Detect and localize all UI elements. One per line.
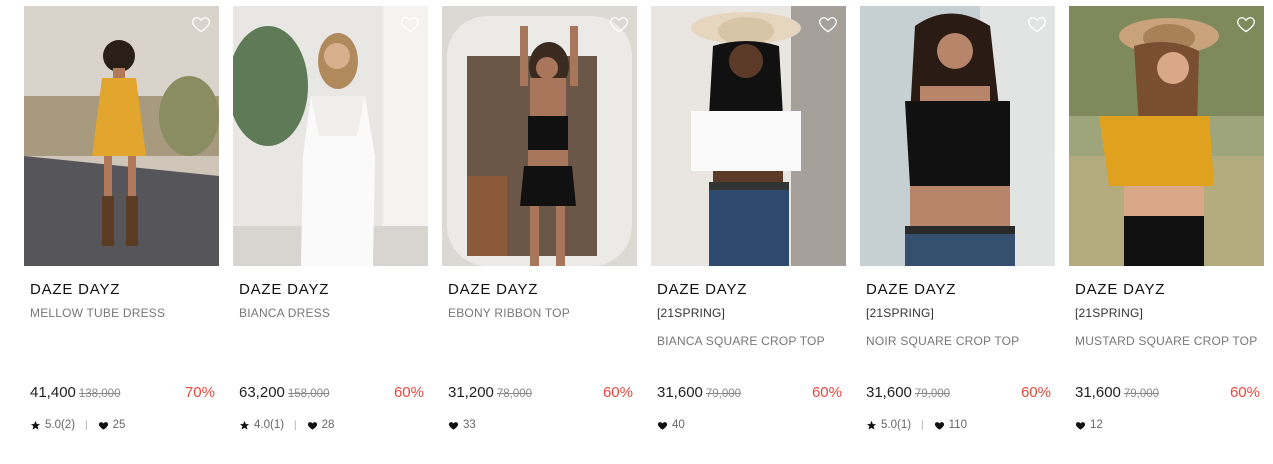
original-price: 79,000 xyxy=(1123,388,1160,400)
rating-value: 5.0(1) xyxy=(881,419,912,431)
wishlist-heart-icon[interactable] xyxy=(400,14,420,34)
sale-price: 31,600 xyxy=(1075,384,1121,401)
wishlist-heart-icon[interactable] xyxy=(191,14,211,34)
product-image[interactable] xyxy=(860,6,1055,266)
sale-price: 31,600 xyxy=(866,384,912,401)
meta-divider: | xyxy=(921,419,924,431)
product-meta: 5.0(2) | 25 xyxy=(30,419,125,431)
product-brand[interactable]: DAZE DAYZ xyxy=(866,281,956,298)
sale-price: 31,600 xyxy=(657,384,703,401)
likes-count: 12 xyxy=(1090,419,1103,431)
likes-count: 40 xyxy=(672,419,685,431)
product-tag: [21SPRING] xyxy=(1075,306,1144,320)
meta-divider: | xyxy=(294,419,297,431)
heart-icon xyxy=(934,420,945,431)
likes-count: 28 xyxy=(321,419,335,431)
product-card[interactable]: DAZE DAYZ [21SPRING] BIANCA SQUARE CROP … xyxy=(651,6,846,456)
product-price: 31,200 78,000 xyxy=(448,384,532,401)
sale-price: 41,400 xyxy=(30,384,76,401)
heart-icon xyxy=(98,420,109,431)
product-meta: 12 xyxy=(1075,419,1103,431)
product-card[interactable]: DAZE DAYZ MELLOW TUBE DRESS 41,400 138,00… xyxy=(24,6,219,456)
product-price: 31,600 79,000 xyxy=(657,384,741,401)
likes-count: 33 xyxy=(463,419,476,431)
product-card[interactable]: DAZE DAYZ [21SPRING] NOIR SQUARE CROP TO… xyxy=(860,6,1055,456)
product-brand[interactable]: DAZE DAYZ xyxy=(239,281,329,298)
star-icon xyxy=(239,420,250,431)
discount-rate: 60% xyxy=(602,384,633,401)
meta-divider: | xyxy=(85,419,88,431)
wishlist-heart-icon[interactable] xyxy=(1027,14,1047,34)
product-image[interactable] xyxy=(442,6,637,266)
product-brand[interactable]: DAZE DAYZ xyxy=(657,281,747,298)
product-meta: 40 xyxy=(657,419,685,431)
original-price: 78,000 xyxy=(496,388,533,400)
discount-rate: 60% xyxy=(1229,384,1260,401)
product-image[interactable] xyxy=(1069,6,1264,266)
original-price: 138,000 xyxy=(78,388,121,400)
heart-icon xyxy=(657,420,668,431)
sale-price: 31,200 xyxy=(448,384,494,401)
wishlist-heart-icon[interactable] xyxy=(1236,14,1256,34)
product-price: 41,400 138,000 xyxy=(30,384,120,401)
discount-rate: 60% xyxy=(811,384,842,401)
heart-icon xyxy=(448,420,459,431)
product-grid: DAZE DAYZ MELLOW TUBE DRESS 41,400 138,00… xyxy=(0,0,1273,464)
discount-rate: 60% xyxy=(1020,384,1051,401)
product-brand[interactable]: DAZE DAYZ xyxy=(448,281,538,298)
product-name[interactable]: MELLOW TUBE DRESS xyxy=(30,306,165,320)
product-name[interactable]: BIANCA DRESS xyxy=(239,306,330,320)
product-image[interactable] xyxy=(651,6,846,266)
likes-count: 25 xyxy=(112,419,126,431)
product-brand[interactable]: DAZE DAYZ xyxy=(1075,281,1165,298)
wishlist-heart-icon[interactable] xyxy=(609,14,629,34)
sale-price: 63,200 xyxy=(239,384,285,401)
product-meta: 5.0(1) | 110 xyxy=(866,419,967,431)
product-card[interactable]: DAZE DAYZ BIANCA DRESS 63,200 158,000 60%… xyxy=(233,6,428,456)
rating-value: 4.0(1) xyxy=(254,419,285,431)
product-brand[interactable]: DAZE DAYZ xyxy=(30,281,120,298)
product-tag: [21SPRING] xyxy=(657,306,726,320)
product-card[interactable]: DAZE DAYZ EBONY RIBBON TOP 31,200 78,000 … xyxy=(442,6,637,456)
heart-icon xyxy=(307,420,318,431)
product-name[interactable]: MUSTARD SQUARE CROP TOP xyxy=(1075,334,1257,348)
discount-rate: 60% xyxy=(393,384,424,401)
product-price: 31,600 79,000 xyxy=(866,384,950,401)
product-name[interactable]: EBONY RIBBON TOP xyxy=(448,306,570,320)
product-name[interactable]: NOIR SQUARE CROP TOP xyxy=(866,334,1019,348)
wishlist-heart-icon[interactable] xyxy=(818,14,838,34)
product-price: 31,600 79,000 xyxy=(1075,384,1159,401)
product-meta: 4.0(1) | 28 xyxy=(239,419,334,431)
likes-count: 110 xyxy=(948,419,967,431)
original-price: 79,000 xyxy=(705,388,742,400)
rating-value: 5.0(2) xyxy=(45,419,76,431)
heart-icon xyxy=(1075,420,1086,431)
original-price: 79,000 xyxy=(914,388,951,400)
star-icon xyxy=(866,420,877,431)
discount-rate: 70% xyxy=(184,384,215,401)
product-image[interactable] xyxy=(233,6,428,266)
product-price: 63,200 158,000 xyxy=(239,384,329,401)
product-card[interactable]: DAZE DAYZ [21SPRING] MUSTARD SQUARE CROP… xyxy=(1069,6,1264,456)
product-image[interactable] xyxy=(24,6,219,266)
product-meta: 33 xyxy=(448,419,476,431)
product-name[interactable]: BIANCA SQUARE CROP TOP xyxy=(657,334,825,348)
original-price: 158,000 xyxy=(287,388,330,400)
product-tag: [21SPRING] xyxy=(866,306,935,320)
star-icon xyxy=(30,420,41,431)
